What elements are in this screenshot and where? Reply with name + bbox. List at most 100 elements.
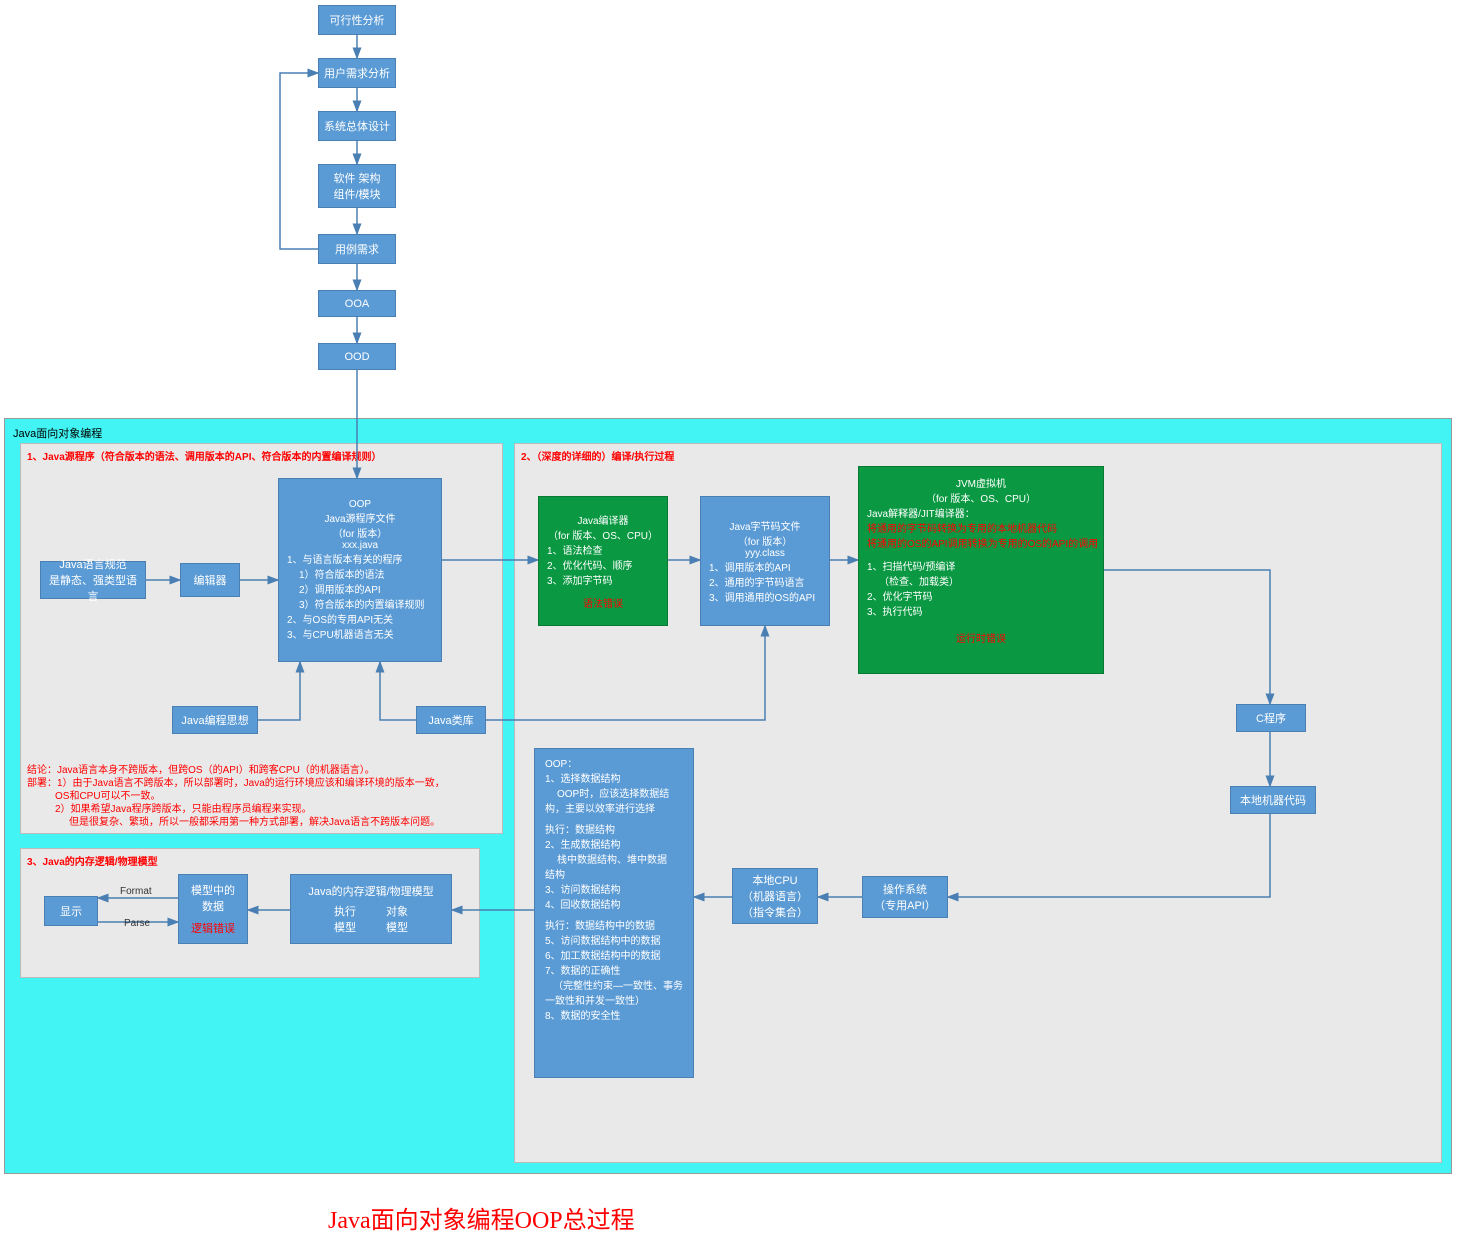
- label-parse: Parse: [124, 918, 150, 929]
- l4: 2、优化代码、顺序: [543, 557, 663, 572]
- l5: 执行：数据结构: [541, 821, 687, 836]
- note-l2: 部署：1）由于Java语言不跨版本，所以部署时，Java的运行环境应该和编译环境…: [27, 777, 497, 790]
- node-os: 操作系统 （专用API）: [862, 876, 948, 918]
- panel1-title: 1、Java源程序（符合版本的语法、调用版本的API、符合版本的内置编译规则）: [27, 448, 381, 463]
- note-l1: 结论：Java语言本身不跨版本，但跨OS（的API）和跨客CPU（的机器语言）。: [27, 764, 497, 777]
- l2: （专用API）: [874, 897, 936, 913]
- l2: 数据: [202, 898, 224, 914]
- l12: 5、访问数据结构中的数据: [541, 932, 687, 947]
- label: 用例需求: [335, 241, 379, 257]
- l15: （完整性约束—一致性、事务: [541, 977, 687, 992]
- panel3-title: 3、Java的内存逻辑/物理模型: [27, 853, 158, 868]
- l4: xxx.java: [342, 540, 378, 551]
- node-mem-model: Java的内存逻辑/物理模型 执行 模型 对象 模型: [290, 874, 452, 944]
- node-system-design: 系统总体设计: [318, 111, 396, 141]
- l1: Java字节码文件: [729, 518, 800, 533]
- l8: 结构: [541, 866, 687, 881]
- label: 可行性分析: [330, 12, 385, 28]
- node-ooa: OOA: [318, 290, 396, 317]
- l7: 2）调用版本的API: [283, 581, 437, 596]
- node-java-lib: Java类库: [416, 706, 486, 734]
- node-cpu: 本地CPU （机器语言） （指令集合）: [732, 868, 818, 924]
- l1: Java编译器: [577, 512, 628, 527]
- l4: 模型: [334, 919, 356, 935]
- l1: OOP: [349, 499, 371, 510]
- l7: （检查、加载类）: [863, 573, 1099, 588]
- label: 用户需求分析: [324, 65, 390, 81]
- label: OOD: [344, 351, 369, 363]
- l2: （for 版本、OS、CPU）: [926, 490, 1036, 505]
- l4: 将通用的字节码转换为专用的本地机器代码: [863, 520, 1099, 535]
- l2: Java源程序文件: [324, 510, 395, 525]
- l1: Java语言规范: [59, 556, 126, 572]
- node-jvm: JVM虚拟机 （for 版本、OS、CPU） Java解释器/JIT编译器： 将…: [858, 466, 1104, 674]
- node-display: 显示: [44, 896, 98, 926]
- label-format: Format: [120, 886, 152, 897]
- l2: （for 版本、OS、CPU）: [548, 527, 658, 542]
- l9: 2、与OS的专用API无关: [283, 611, 437, 626]
- node-architecture: 软件 架构 组件/模块: [318, 164, 396, 208]
- note-l5: 但是很复杂、繁琐，所以一般都采用第一种方式部署，解决Java语言不跨版本问题。: [27, 816, 497, 829]
- l16: 一致性和并发一致性）: [541, 992, 687, 1007]
- l4: 构，主要以效率进行选择: [541, 800, 687, 815]
- l7: 栈中数据结构、堆中数据: [541, 851, 687, 866]
- l3: 对象: [386, 903, 408, 919]
- l1: 本地CPU: [752, 872, 797, 888]
- l2: 是静态、强类型语言: [45, 572, 141, 604]
- l: C程序: [1256, 710, 1286, 726]
- err: 运行时错误: [956, 630, 1006, 645]
- l6: 1、扫描代码/预编译: [863, 558, 1099, 573]
- note-l4: 2）如果希望Java程序跨版本，只能由程序员编程来实现。: [27, 803, 497, 816]
- err: 语法错误: [583, 595, 623, 610]
- l1: JVM虚拟机: [956, 475, 1006, 490]
- l8: 2、优化字节码: [863, 588, 1099, 603]
- node-java-thought: Java编程思想: [172, 706, 258, 734]
- l3: yyy.class: [745, 548, 785, 559]
- container-title: Java面向对象编程: [13, 425, 102, 441]
- l5: 将通用的OS的API调用转换为专用的OS的API的调用: [863, 535, 1099, 550]
- node-c-program: C程序: [1236, 704, 1306, 732]
- err: 逻辑错误: [191, 920, 235, 936]
- l2: （机器语言）: [742, 888, 808, 904]
- node-ood: OOD: [318, 343, 396, 370]
- l8: 3）符合版本的内置编译规则: [283, 596, 437, 611]
- l2: 1、选择数据结构: [541, 770, 687, 785]
- node-bytecode: Java字节码文件 （for 版本） yyy.class 1、调用版本的API …: [700, 496, 830, 626]
- l5: 1、与语言版本有关的程序: [283, 551, 437, 566]
- l4: 1、调用版本的API: [705, 559, 825, 574]
- l5: 2、通用的字节码语言: [705, 574, 825, 589]
- node-oop-source: OOP Java源程序文件 （for 版本） xxx.java 1、与语言版本有…: [278, 478, 442, 662]
- node-java-spec: Java语言规范 是静态、强类型语言: [40, 561, 146, 599]
- l13: 6、加工数据结构中的数据: [541, 947, 687, 962]
- l3: 1、语法检查: [543, 542, 663, 557]
- l2: 执行: [334, 903, 356, 919]
- l9: 3、执行代码: [863, 603, 1099, 618]
- l3: Java解释器/JIT编译器：: [863, 505, 1099, 520]
- label: 系统总体设计: [324, 118, 390, 134]
- node-native-code: 本地机器代码: [1230, 786, 1316, 814]
- l6: 2、生成数据结构: [541, 836, 687, 851]
- label-l1: 软件 架构: [333, 170, 380, 186]
- l: Java类库: [428, 712, 473, 728]
- l6: 3、调用通用的OS的API: [705, 589, 825, 604]
- note-l3: OS和CPU可以不一致。: [27, 790, 497, 803]
- l3: （指令集合）: [742, 904, 808, 920]
- node-java-compiler: Java编译器 （for 版本、OS、CPU） 1、语法检查 2、优化代码、顺序…: [538, 496, 668, 626]
- node-oop-exec: OOP： 1、选择数据结构 OOP时，应该选择数据结 构，主要以效率进行选择 执…: [534, 748, 694, 1078]
- l1: OOP：: [541, 755, 687, 770]
- l3: OOP时，应该选择数据结: [541, 785, 687, 800]
- l5: 模型: [386, 919, 408, 935]
- label: OOA: [345, 298, 369, 310]
- l6: 1）符合版本的语法: [283, 566, 437, 581]
- node-feasibility: 可行性分析: [318, 5, 396, 35]
- l: 本地机器代码: [1240, 792, 1306, 808]
- l10: 3、与CPU机器语言无关: [283, 626, 437, 641]
- l17: 8、数据的安全性: [541, 1007, 687, 1022]
- l1: Java的内存逻辑/物理模型: [308, 883, 433, 899]
- l10: 4、回收数据结构: [541, 896, 687, 911]
- node-model-data: 模型中的 数据 逻辑错误: [178, 874, 248, 944]
- node-editor: 编辑器: [180, 563, 240, 597]
- panel1-note: 结论：Java语言本身不跨版本，但跨OS（的API）和跨客CPU（的机器语言）。…: [27, 764, 497, 829]
- l11: 执行：数据结构中的数据: [541, 917, 687, 932]
- l9: 3、访问数据结构: [541, 881, 687, 896]
